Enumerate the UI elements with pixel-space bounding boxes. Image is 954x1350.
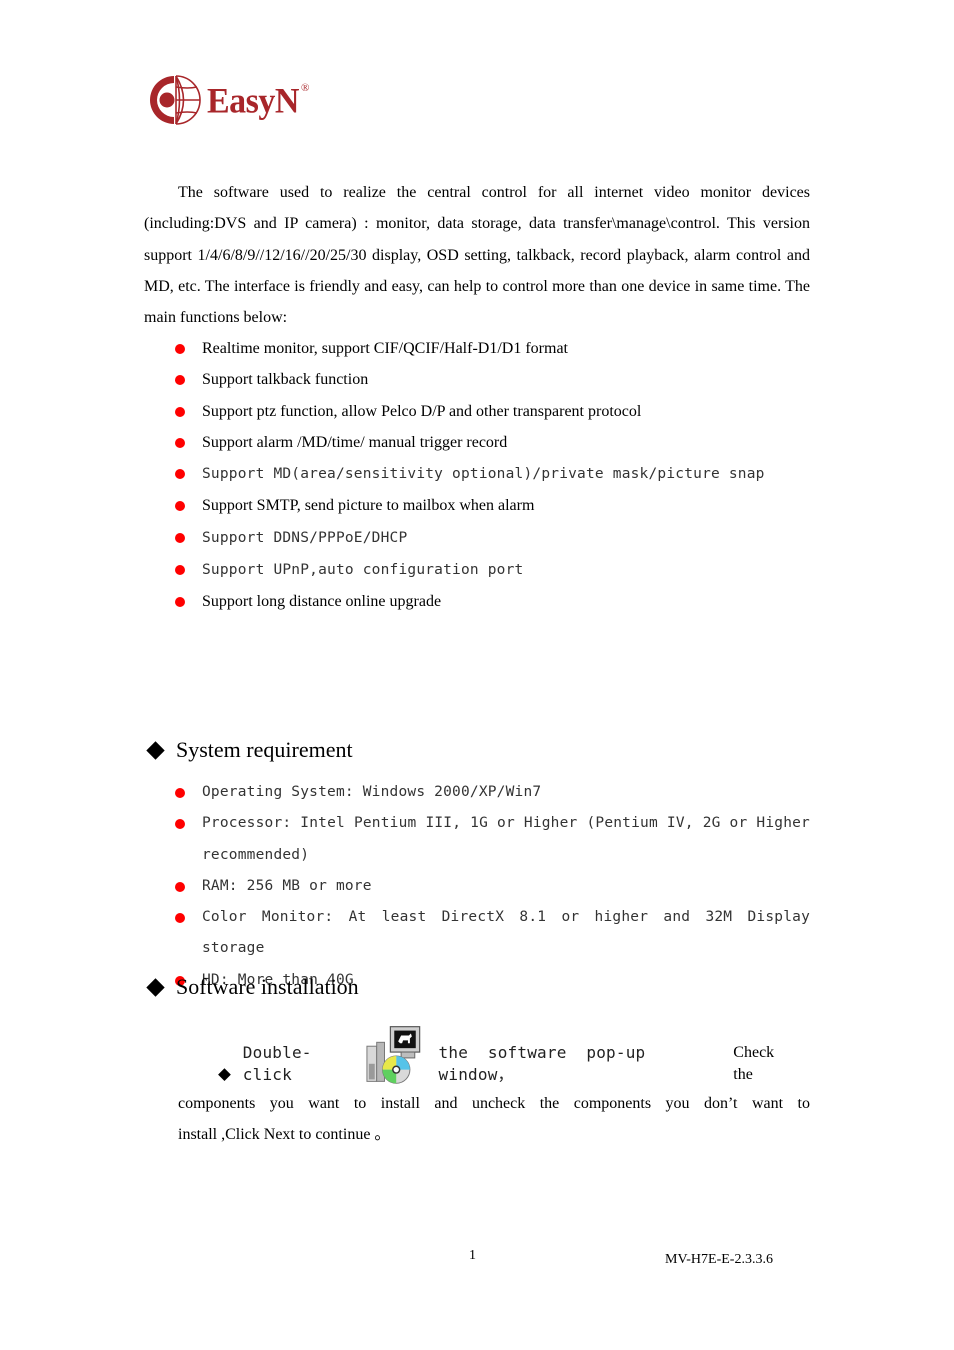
feature-item: Support alarm /MD/time/ manual trigger r… <box>144 427 810 458</box>
installer-setup-icon[interactable] <box>364 1024 425 1086</box>
red-dot-bullet-icon <box>175 501 185 512</box>
feature-text: Support UPnP,auto configuration port <box>202 562 524 579</box>
feature-item: Support SMTP, send picture to mailbox wh… <box>144 490 810 521</box>
red-dot-bullet-icon <box>175 406 185 417</box>
feature-text: Support long distance online upgrade <box>202 593 442 611</box>
feature-item: Support long distance online upgrade <box>144 586 810 617</box>
installation-step: Double-click the software pop-up window，… <box>178 1016 810 1151</box>
logo-text: EasyN <box>207 82 299 121</box>
software-installation-heading: Software installation <box>146 974 359 1000</box>
feature-text: Support SMTP, send picture to mailbox wh… <box>202 497 535 515</box>
step-line-2: components you want to install and unche… <box>178 1095 810 1112</box>
feature-item: Support talkback function <box>144 364 810 395</box>
requirement-list: Operating System: Windows 2000/XP/Win7 P… <box>144 777 810 996</box>
feature-text: Support DDNS/PPPoE/DHCP <box>202 529 408 546</box>
feature-text: Support talkback function <box>202 371 369 389</box>
registered-mark: ® <box>300 82 310 94</box>
red-dot-bullet-icon <box>175 375 185 386</box>
intro-paragraph: The software used to realize the central… <box>144 184 810 327</box>
requirement-text: Operating System: Windows 2000/XP/Win7 <box>202 784 542 800</box>
step-line-3: install ,Click Next to continue 。 <box>178 1126 391 1144</box>
brand-logo: EasyN ® <box>147 73 309 127</box>
feature-text: Support MD(area/sensitivity optional)/pr… <box>202 466 765 483</box>
step-lead-text: Double-click <box>242 1043 312 1084</box>
red-dot-bullet-icon <box>175 881 185 892</box>
requirement-item: Operating System: Windows 2000/XP/Win7 <box>144 777 810 808</box>
page-number: 1 <box>469 1248 476 1263</box>
feature-item: Realtime monitor, support CIF/QCIF/Half-… <box>144 333 810 364</box>
globe-logo-icon <box>150 75 201 125</box>
diamond-bullet-icon <box>146 740 165 760</box>
diamond-bullet-icon <box>146 977 165 997</box>
feature-item: Support UPnP,auto configuration port <box>144 554 810 586</box>
feature-text: Support ptz function, allow Pelco D/P an… <box>202 402 642 420</box>
feature-text: Support alarm /MD/time/ manual trigger r… <box>202 433 508 451</box>
step-check-text: Check the <box>733 1044 775 1083</box>
requirement-item: Processor: Intel Pentium III, 1G or High… <box>144 808 810 871</box>
requirement-text: Processor: Intel Pentium III, 1G or High… <box>202 815 810 863</box>
section-title: Software installation <box>176 974 359 999</box>
feature-item: Support MD(area/sensitivity optional)/pr… <box>144 458 810 490</box>
requirement-text: Color Monitor: At least DirectX 8.1 or h… <box>202 909 810 957</box>
system-requirement-heading: System requirement <box>146 737 353 763</box>
red-dot-bullet-icon <box>175 532 185 543</box>
feature-item: Support DDNS/PPPoE/DHCP <box>144 522 810 554</box>
red-dot-bullet-icon <box>175 788 185 798</box>
requirement-item: RAM: 256 MB or more <box>144 871 810 902</box>
feature-text: Realtime monitor, support CIF/QCIF/Half-… <box>202 340 568 357</box>
red-dot-bullet-icon <box>175 469 185 480</box>
diamond-bullet-icon <box>218 1068 231 1081</box>
red-dot-bullet-icon <box>175 344 185 354</box>
step-mid-text: the software pop-up window， <box>438 1043 646 1084</box>
red-dot-bullet-icon <box>175 819 185 830</box>
feature-item: Support ptz function, allow Pelco D/P an… <box>144 396 810 427</box>
requirement-item: Color Monitor: At least DirectX 8.1 or h… <box>144 902 810 965</box>
red-dot-bullet-icon <box>175 913 185 924</box>
document-version: MV-H7E-E-2.3.3.6 <box>665 1252 773 1267</box>
red-dot-bullet-icon <box>175 597 185 608</box>
feature-list: Realtime monitor, support CIF/QCIF/Half-… <box>144 333 810 618</box>
section-title: System requirement <box>176 737 353 762</box>
red-dot-bullet-icon <box>175 437 185 448</box>
requirement-text: RAM: 256 MB or more <box>202 877 372 894</box>
red-dot-bullet-icon <box>175 565 185 576</box>
